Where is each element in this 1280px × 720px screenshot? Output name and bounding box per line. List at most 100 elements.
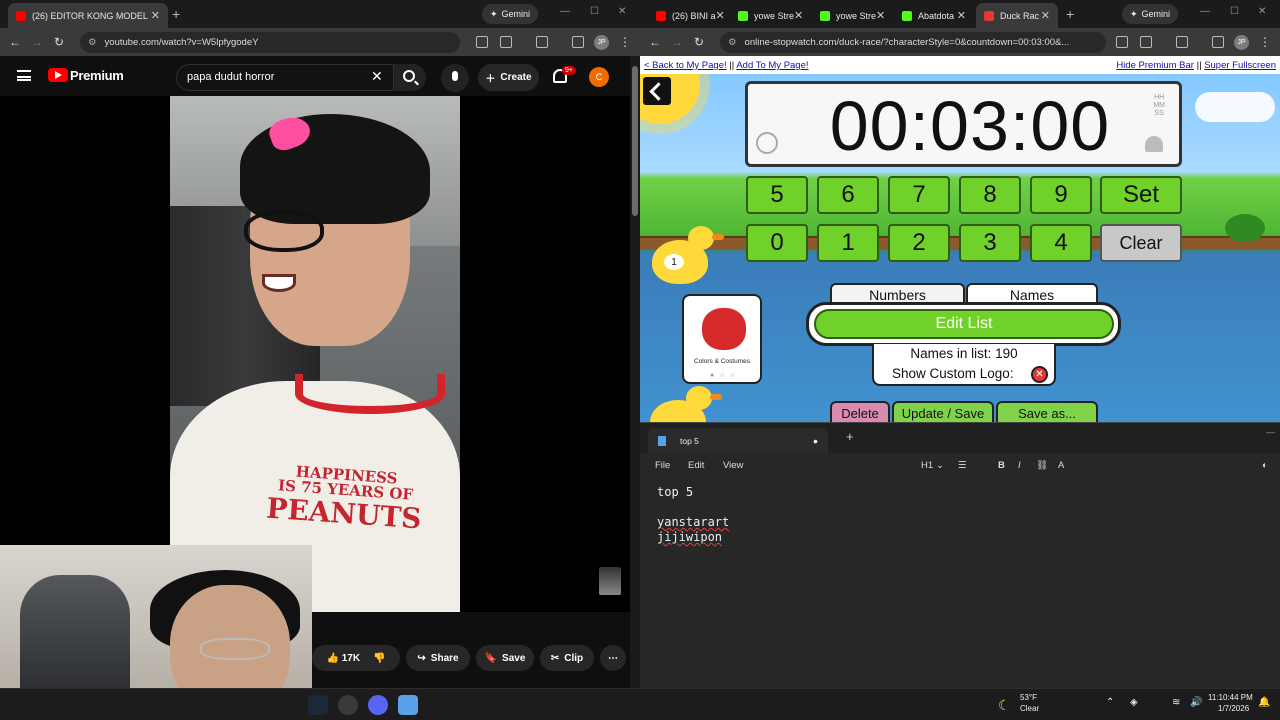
app-icon[interactable] — [338, 695, 358, 715]
list-icon[interactable]: ☰ — [958, 460, 967, 471]
weather-temp[interactable]: 53°F — [1020, 693, 1037, 702]
tab-abatdota[interactable]: Abatdota ✕ — [894, 3, 974, 28]
key-2[interactable]: 2 — [888, 224, 950, 262]
notepad-content[interactable]: top 5 yanstarart jijiwipon — [657, 485, 729, 545]
clear-button[interactable]: Clear — [1100, 224, 1182, 262]
tab-youtube[interactable]: (26) EDITOR KONG MODEL ✕ — [8, 3, 168, 28]
italic-icon[interactable]: I — [1018, 460, 1021, 471]
new-tab-button[interactable]: + — [1066, 6, 1074, 22]
address-bar[interactable]: ⚙ youtube.com/watch?v=W5lpfygodeY — [80, 32, 460, 53]
chevron-down-icon[interactable]: ⌄ — [936, 460, 944, 471]
carousel-dots[interactable]: ● ○ ○ — [710, 372, 737, 379]
minimize-icon[interactable]: — — [1266, 427, 1275, 437]
youtube-logo-icon[interactable] — [48, 68, 68, 82]
wifi-icon[interactable]: ≋ — [1172, 697, 1180, 708]
key-9[interactable]: 9 — [1030, 176, 1092, 214]
back-icon[interactable]: ← — [4, 35, 26, 49]
key-1[interactable]: 1 — [817, 224, 879, 262]
search-button[interactable] — [394, 64, 426, 91]
scrollbar-thumb[interactable] — [632, 66, 638, 216]
clear-format-icon[interactable]: A — [1058, 460, 1064, 471]
discord-icon[interactable] — [368, 695, 388, 715]
notepad-taskbar-icon[interactable] — [398, 695, 418, 715]
clear-search-icon[interactable]: ✕ — [371, 68, 383, 85]
more-actions-button[interactable]: ⋯ — [600, 645, 626, 671]
heading-select[interactable]: H1 — [921, 460, 933, 471]
key-6[interactable]: 6 — [817, 176, 879, 214]
shield-icon[interactable] — [1116, 36, 1128, 48]
countdown-display[interactable]: 00:03:00 HH MM SS — [745, 81, 1182, 167]
site-info-icon[interactable]: ⚙ — [88, 37, 97, 48]
key-4[interactable]: 4 — [1030, 224, 1092, 262]
close-window-icon[interactable]: ✕ — [618, 6, 626, 17]
link-icon[interactable]: ⛓ — [1036, 460, 1048, 471]
media-icon[interactable] — [1212, 36, 1224, 48]
save-button[interactable]: 🔖 Save — [476, 645, 534, 671]
notification-bell-icon[interactable]: 🔔 — [1258, 697, 1270, 708]
hide-premium-bar-link[interactable]: Hide Premium Bar — [1116, 60, 1194, 71]
alarm-clock-icon[interactable] — [756, 132, 778, 154]
profile-avatar[interactable]: JP — [1234, 35, 1249, 50]
update-save-button[interactable]: Update / Save — [892, 401, 994, 422]
user-avatar[interactable]: C — [589, 67, 609, 87]
forward-icon[interactable]: → — [666, 35, 688, 49]
key-8[interactable]: 8 — [959, 176, 1021, 214]
network-icon[interactable]: ◈ — [1130, 697, 1138, 708]
site-info-icon[interactable]: ⚙ — [728, 37, 737, 48]
page-scrollbar[interactable] — [630, 56, 640, 688]
back-icon[interactable]: ← — [644, 35, 666, 49]
edit-list-button[interactable]: Edit List — [814, 309, 1114, 339]
hamburger-menu-icon[interactable] — [17, 70, 31, 81]
channel-watermark[interactable] — [599, 567, 621, 595]
sound-bell-icon[interactable] — [1145, 136, 1163, 152]
back-arrow-icon[interactable] — [643, 77, 671, 105]
extensions-icon[interactable] — [500, 36, 512, 48]
like-button[interactable]: 👍 17K — [326, 653, 360, 664]
minimize-icon[interactable]: — — [1200, 6, 1210, 17]
key-5[interactable]: 5 — [746, 176, 808, 214]
key-7[interactable]: 7 — [888, 176, 950, 214]
new-tab-button[interactable]: + — [846, 429, 854, 444]
key-0[interactable]: 0 — [746, 224, 808, 262]
copilot-icon[interactable]: ◐ — [1262, 460, 1268, 471]
tab-yowe-2[interactable]: yowe Stre ✕ — [812, 3, 892, 28]
voice-search-icon[interactable] — [441, 64, 469, 92]
shield-icon[interactable] — [476, 36, 488, 48]
close-tab-icon[interactable]: ✕ — [716, 9, 725, 22]
bold-icon[interactable]: B — [998, 460, 1005, 471]
set-button[interactable]: Set — [1100, 176, 1182, 214]
back-to-my-page-link[interactable]: < Back to My Page! — [644, 60, 727, 71]
profile-avatar[interactable]: JP — [594, 35, 609, 50]
close-window-icon[interactable]: ✕ — [1258, 6, 1266, 17]
extensions-icon[interactable] — [1140, 36, 1152, 48]
add-to-my-page-link[interactable]: Add To My Page! — [736, 60, 808, 71]
gemini-button[interactable]: ✦ Gemini — [482, 4, 539, 24]
close-tab-icon[interactable]: ✕ — [957, 9, 966, 22]
save-as-button[interactable]: Save as... — [996, 401, 1098, 422]
steam-icon[interactable] — [308, 695, 328, 715]
close-tab-icon[interactable]: ✕ — [794, 9, 803, 22]
delete-button[interactable]: Delete — [830, 401, 890, 422]
tab-bini[interactable]: (26) BINI a ✕ — [648, 3, 730, 28]
unsaved-dot-icon[interactable]: ● — [813, 436, 818, 446]
video-player[interactable]: HAPPINESS IS 75 YEARS OF PEANUTS — [0, 96, 630, 612]
moon-weather-icon[interactable]: ☾ — [998, 697, 1011, 714]
menu-view[interactable]: View — [723, 460, 743, 471]
tab-duck-race[interactable]: Duck Rac ✕ — [976, 3, 1058, 28]
maximize-icon[interactable]: ☐ — [1230, 6, 1239, 17]
share-button[interactable]: ↪ Share — [406, 645, 470, 671]
time-units[interactable]: HH MM SS — [1153, 94, 1165, 118]
super-fullscreen-link[interactable]: Super Fullscreen — [1204, 60, 1276, 71]
close-tab-icon[interactable]: ✕ — [1041, 9, 1050, 22]
menu-dots-icon[interactable]: ⋮ — [1254, 35, 1276, 49]
gemini-button[interactable]: ✦ Gemini — [1122, 4, 1179, 24]
media-icon[interactable] — [572, 36, 584, 48]
clock-time[interactable]: 11:10:44 PM — [1208, 693, 1253, 702]
tray-chevron-icon[interactable]: ⌃ — [1106, 697, 1114, 708]
tab-yowe-1[interactable]: yowe Stre ✕ — [730, 3, 810, 28]
clip-button[interactable]: ✂ Clip — [540, 645, 594, 671]
reload-icon[interactable]: ↻ — [688, 35, 710, 49]
colors-costumes-card[interactable]: Colors & Costumes ● ○ ○ — [682, 294, 762, 384]
minimize-icon[interactable]: — — [560, 6, 570, 17]
close-tab-icon[interactable]: ✕ — [876, 9, 885, 22]
